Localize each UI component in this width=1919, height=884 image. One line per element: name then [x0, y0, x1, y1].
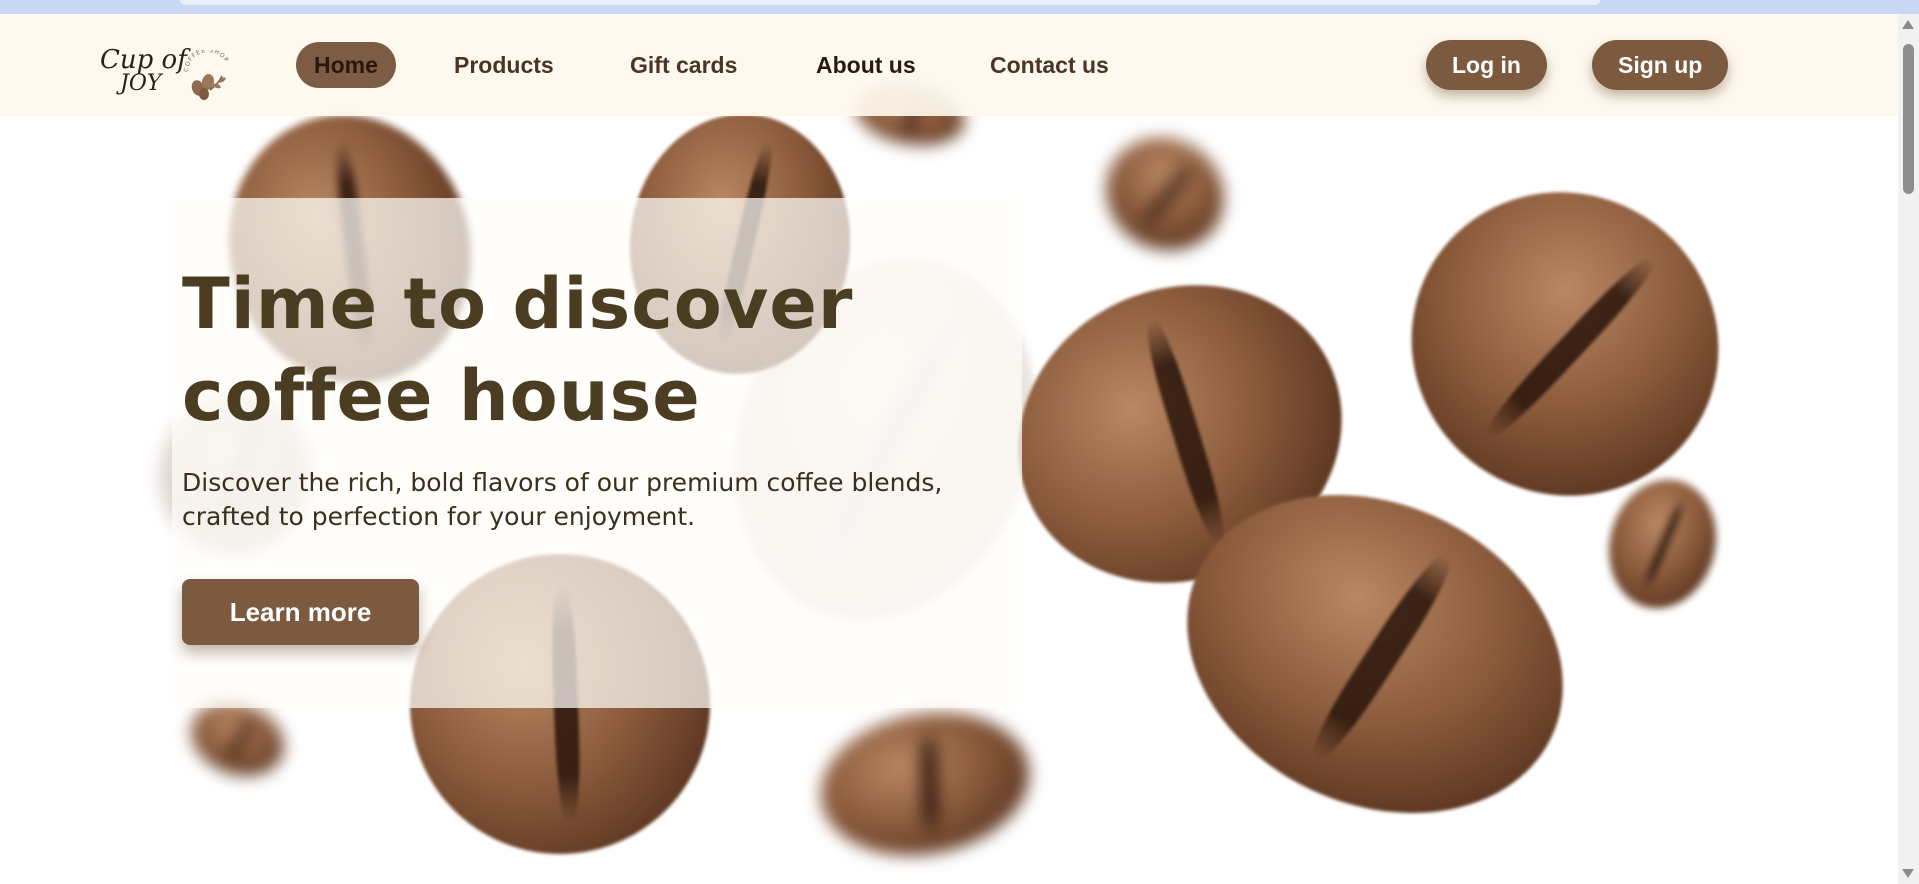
logo-line-2: JOY	[120, 71, 162, 96]
nav-link-products[interactable]: Products	[436, 42, 572, 88]
browser-address-bar[interactable]	[180, 0, 1600, 5]
coffee-bean-image	[1085, 116, 1245, 272]
coffee-bean-image	[1594, 467, 1731, 621]
browser-top-strip	[0, 0, 1919, 14]
coffee-bean-image	[1351, 132, 1779, 556]
nav-link-home[interactable]: Home	[296, 42, 396, 88]
cup-of-joy-logo[interactable]: Cup of JOY COFFEE SHOP	[100, 34, 240, 104]
learn-more-button[interactable]: Learn more	[182, 579, 419, 645]
nav-link-about-us[interactable]: About us	[798, 42, 934, 88]
scroll-down-arrow-icon[interactable]	[1902, 869, 1914, 878]
coffee-bean-image	[809, 696, 1041, 872]
logo-badge-text: COFFEE SHOP	[183, 50, 229, 72]
hero-title: Time to discover coffee house	[182, 263, 854, 437]
scrollbar-thumb[interactable]	[1903, 44, 1914, 194]
top-navigation-bar: Cup of JOY COFFEE SHOP Home Products Gif…	[0, 14, 1898, 116]
logo-wordmark: Cup of JOY	[100, 47, 187, 96]
vertical-scrollbar[interactable]	[1898, 14, 1919, 884]
nav-link-contact-us[interactable]: Contact us	[972, 42, 1127, 88]
sign-up-button[interactable]: Sign up	[1592, 40, 1729, 90]
log-in-button[interactable]: Log in	[1426, 40, 1547, 90]
nav-link-gift-cards[interactable]: Gift cards	[612, 42, 755, 88]
scroll-up-arrow-icon[interactable]	[1902, 20, 1914, 29]
coffee-branch-logo-icon: COFFEE SHOP	[183, 50, 230, 100]
svg-text:COFFEE SHOP: COFFEE SHOP	[183, 50, 230, 72]
hero-subtitle: Discover the rich, bold flavors of our p…	[182, 468, 943, 531]
